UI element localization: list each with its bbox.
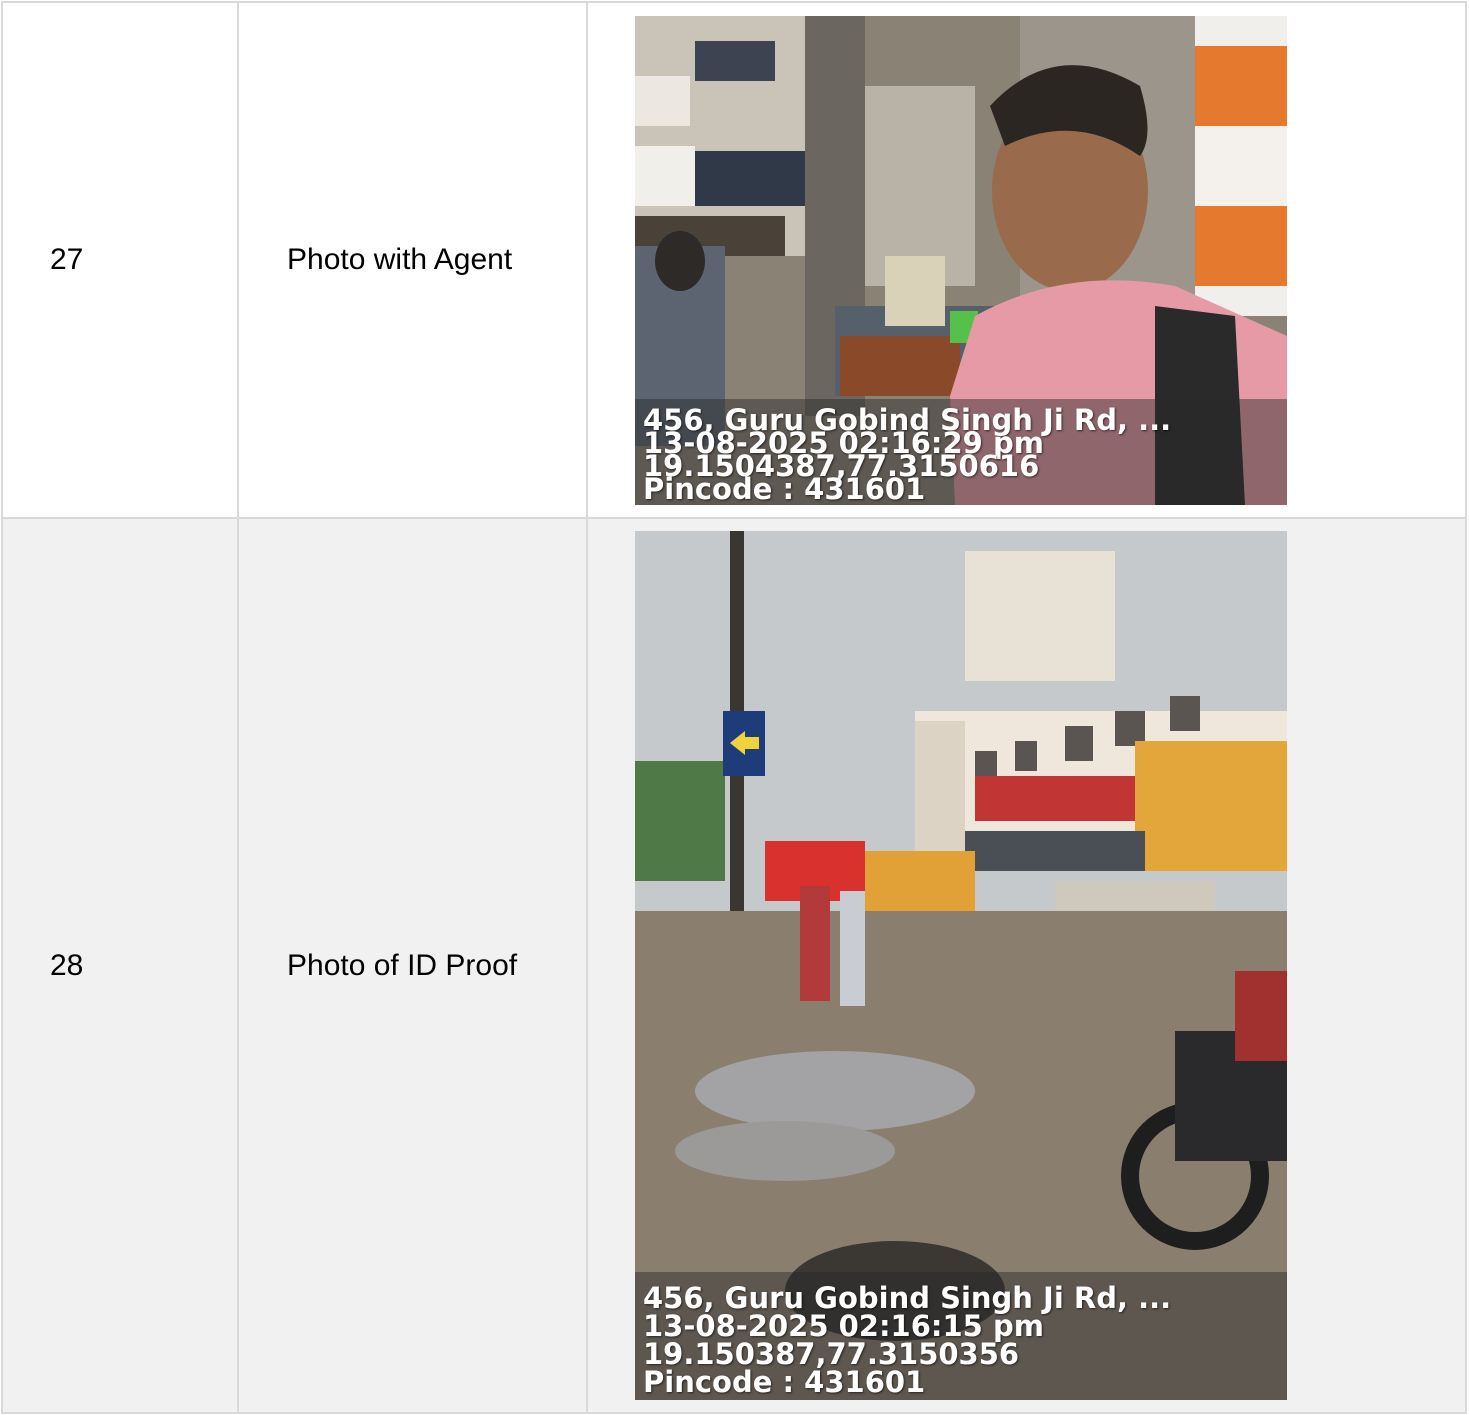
row-label: Photo with Agent [287, 243, 513, 276]
geo-stamp: 456, Guru Gobind Singh Ji Rd, ... 13-08-… [635, 398, 1287, 505]
row-label-cell: Photo of ID Proof [237, 517, 588, 1414]
row-photo-cell: 456, Guru Gobind Singh Ji Rd, ... 13-08-… [586, 1, 1467, 519]
row-photo-cell: 456, Guru Gobind Singh Ji Rd, ... 13-08-… [586, 517, 1467, 1414]
row-number: 27 [50, 243, 84, 276]
agent-photo[interactable]: 456, Guru Gobind Singh Ji Rd, ... 13-08-… [635, 15, 1287, 505]
row-number-cell: 27 [1, 1, 239, 519]
stamp-datetime: 13-08-2025 02:16:15 pm [643, 1309, 1044, 1343]
id-proof-photo-image [635, 531, 1287, 1400]
geo-stamp: 456, Guru Gobind Singh Ji Rd, ... 13-08-… [635, 1272, 1287, 1400]
row-number-cell: 28 [1, 517, 239, 1414]
table-row: 28 Photo of ID Proof 456, Guru Gobind Si… [1, 517, 1467, 1414]
table-row: 27 Photo with Agent 456, Guru Gobind Sin… [1, 1, 1467, 519]
id-proof-photo[interactable]: 456, Guru Gobind Singh Ji Rd, ... 13-08-… [635, 531, 1287, 1400]
row-number: 28 [50, 948, 84, 982]
stamp-address: 456, Guru Gobind Singh Ji Rd, ... [643, 1281, 1172, 1315]
stamp-pincode: Pincode : 431601 [643, 1365, 926, 1399]
row-label-cell: Photo with Agent [237, 1, 588, 519]
row-label: Photo of ID Proof [287, 948, 518, 982]
photo-table: 27 Photo with Agent 456, Guru Gobind Sin… [1, 1, 1467, 1414]
stamp-coords: 19.150387,77.3150356 [643, 1337, 1020, 1371]
